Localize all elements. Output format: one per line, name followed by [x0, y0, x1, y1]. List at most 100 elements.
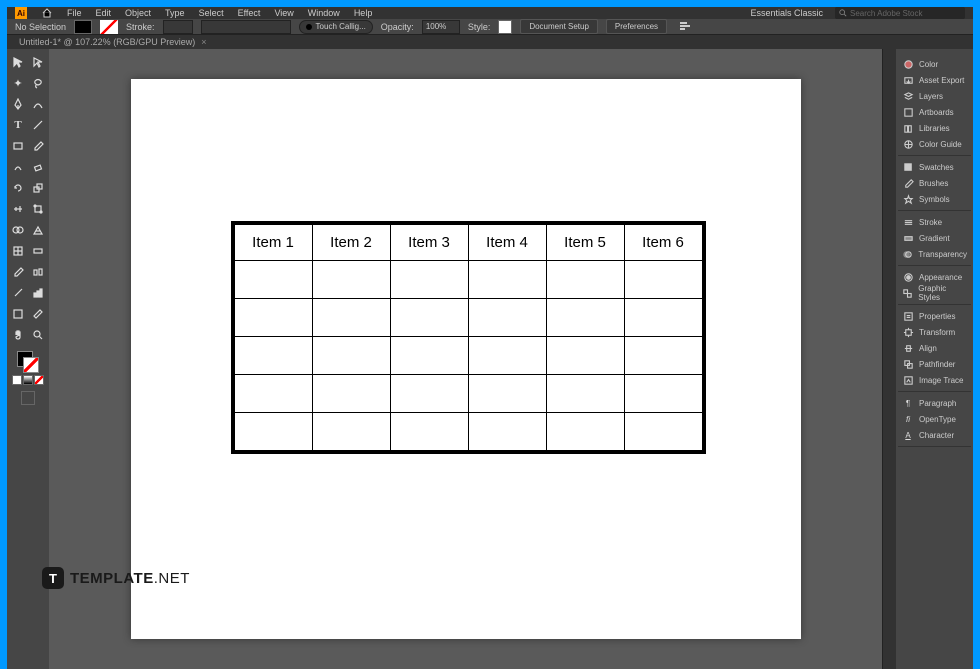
transparency-icon — [902, 248, 913, 260]
align-panel-icon — [902, 342, 914, 354]
panel-strip: Color Asset Export Layers Artboards Libr… — [896, 49, 973, 669]
brush-picker[interactable]: Touch Callig... — [299, 20, 373, 34]
shaper-tool[interactable] — [9, 158, 27, 176]
document-tab[interactable]: Untitled-1* @ 107.22% (RGB/GPU Preview) … — [11, 35, 214, 49]
panel-brushes[interactable]: Brushes — [898, 175, 971, 191]
opacity-input[interactable] — [422, 20, 460, 34]
pen-tool[interactable] — [9, 95, 27, 113]
menu-type[interactable]: Type — [165, 8, 185, 18]
panel-graphic-styles[interactable]: Graphic Styles — [898, 285, 971, 301]
selection-tool[interactable] — [9, 53, 27, 71]
hand-tool[interactable] — [9, 326, 27, 344]
menu-window[interactable]: Window — [308, 8, 340, 18]
slice-tool[interactable] — [29, 305, 47, 323]
panel-image-trace[interactable]: Image Trace — [898, 372, 971, 388]
fill-swatch[interactable] — [74, 20, 92, 34]
panel-stroke[interactable]: Stroke — [898, 214, 971, 230]
paragraph-icon: ¶ — [902, 397, 914, 409]
document-setup-button[interactable]: Document Setup — [520, 19, 598, 34]
table-header-cell: Item 3 — [390, 225, 468, 261]
panel-opentype[interactable]: fiOpenType — [898, 411, 971, 427]
panel-libraries[interactable]: Libraries — [898, 120, 971, 136]
menu-file[interactable]: File — [67, 8, 82, 18]
screen-mode-icon[interactable] — [21, 391, 35, 405]
rectangle-tool[interactable] — [9, 137, 27, 155]
transform-icon — [902, 326, 914, 338]
eyedropper-tool[interactable] — [9, 263, 27, 281]
stroke-profile-input[interactable] — [201, 20, 291, 34]
panel-properties[interactable]: Properties — [898, 308, 971, 324]
home-icon[interactable] — [41, 7, 53, 19]
curvature-tool[interactable] — [29, 95, 47, 113]
app-logo-icon[interactable]: Ai — [15, 7, 27, 19]
panel-transform[interactable]: Transform — [898, 324, 971, 340]
panel-swatches[interactable]: Swatches — [898, 159, 971, 175]
panel-color-guide[interactable]: Color Guide — [898, 136, 971, 152]
menu-object[interactable]: Object — [125, 8, 151, 18]
panel-gradient[interactable]: Gradient — [898, 230, 971, 246]
panel-paragraph[interactable]: ¶Paragraph — [898, 395, 971, 411]
table-header-cell: Item 4 — [468, 225, 546, 261]
workspace-switcher[interactable]: Essentials Classic — [750, 8, 823, 18]
menubar: Ai File Edit Object Type Select Effect V… — [7, 7, 973, 19]
zoom-tool[interactable] — [29, 326, 47, 344]
panel-character[interactable]: ACharacter — [898, 427, 971, 443]
artboard-tool[interactable] — [9, 305, 27, 323]
gradient-mode-icon[interactable] — [23, 375, 33, 385]
watermark-badge-icon: T — [42, 567, 64, 589]
stroke-swatch[interactable] — [100, 20, 118, 34]
artboard[interactable]: Item 1 Item 2 Item 3 Item 4 Item 5 Item … — [131, 79, 801, 639]
menu-select[interactable]: Select — [199, 8, 224, 18]
fill-stroke-swatches[interactable] — [17, 351, 39, 373]
panel-align[interactable]: Align — [898, 340, 971, 356]
properties-icon — [902, 310, 914, 322]
panel-pathfinder[interactable]: Pathfinder — [898, 356, 971, 372]
gradient-tool[interactable] — [29, 242, 47, 260]
panel-transparency[interactable]: Transparency — [898, 246, 971, 262]
stroke-panel-icon — [902, 216, 914, 228]
style-swatch[interactable] — [498, 20, 512, 34]
none-mode-icon[interactable] — [34, 375, 44, 385]
menu-effect[interactable]: Effect — [238, 8, 261, 18]
scale-tool[interactable] — [29, 179, 47, 197]
search-input[interactable]: Search Adobe Stock — [835, 7, 965, 19]
paintbrush-tool[interactable] — [29, 137, 47, 155]
panel-asset-export[interactable]: Asset Export — [898, 72, 971, 88]
stroke-weight-input[interactable] — [163, 20, 193, 34]
table-row — [234, 413, 702, 451]
width-tool[interactable] — [9, 200, 27, 218]
table-artwork[interactable]: Item 1 Item 2 Item 3 Item 4 Item 5 Item … — [231, 221, 706, 454]
panel-layers[interactable]: Layers — [898, 88, 971, 104]
magic-wand-tool[interactable]: ✦ — [9, 74, 27, 92]
free-transform-tool[interactable] — [29, 200, 47, 218]
blend-tool[interactable] — [29, 263, 47, 281]
brushes-icon — [902, 177, 914, 189]
line-tool[interactable] — [29, 116, 47, 134]
graph-tool[interactable] — [29, 284, 47, 302]
search-placeholder: Search Adobe Stock — [850, 9, 923, 18]
shape-builder-tool[interactable] — [9, 221, 27, 239]
swatches-icon — [902, 161, 914, 173]
table-header-cell: Item 1 — [234, 225, 312, 261]
direct-selection-tool[interactable] — [29, 53, 47, 71]
perspective-tool[interactable] — [29, 221, 47, 239]
mesh-tool[interactable] — [9, 242, 27, 260]
preferences-button[interactable]: Preferences — [606, 19, 667, 34]
color-mode-icon[interactable] — [12, 375, 22, 385]
panel-color[interactable]: Color — [898, 56, 971, 72]
panel-symbols[interactable]: Symbols — [898, 191, 971, 207]
menu-help[interactable]: Help — [354, 8, 373, 18]
lasso-tool[interactable] — [29, 74, 47, 92]
menu-view[interactable]: View — [274, 8, 293, 18]
libraries-icon — [902, 122, 914, 134]
menu-edit[interactable]: Edit — [96, 8, 112, 18]
symbol-sprayer-tool[interactable] — [9, 284, 27, 302]
watermark-text: TEMPLATE.NET — [70, 570, 190, 587]
close-icon[interactable]: × — [201, 37, 206, 47]
eraser-tool[interactable] — [29, 158, 47, 176]
rotate-tool[interactable] — [9, 179, 27, 197]
type-tool[interactable]: T — [9, 116, 27, 134]
align-icon[interactable] — [679, 21, 691, 33]
panel-artboards[interactable]: Artboards — [898, 104, 971, 120]
panel-appearance[interactable]: Appearance — [898, 269, 971, 285]
